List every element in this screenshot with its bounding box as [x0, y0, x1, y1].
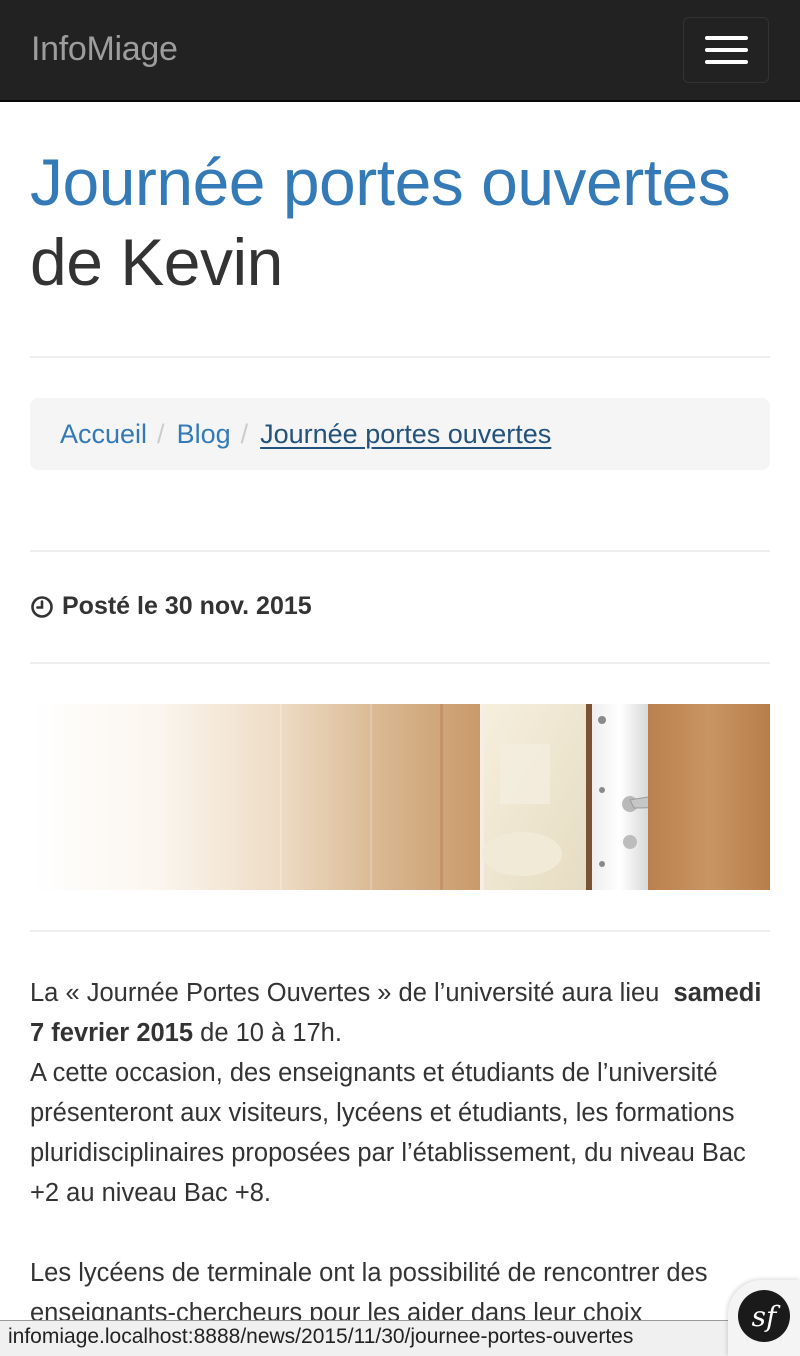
menu-toggle-button[interactable] — [683, 17, 769, 83]
clock-icon — [31, 595, 53, 618]
article-body: La « Journée Portes Ouvertes » de l’univ… — [30, 973, 775, 1356]
hamburger-menu-icon-bar — [705, 60, 748, 64]
breadcrumb: Accueil / Blog / Journée portes ouvertes — [30, 398, 770, 470]
open-door-image — [30, 704, 770, 890]
page-title-author: de Kevin — [30, 225, 283, 299]
breadcrumb-current-link[interactable]: Journée portes ouvertes — [260, 419, 551, 450]
brand-link[interactable]: InfoMiage — [31, 30, 178, 69]
navbar: InfoMiage — [0, 0, 800, 102]
page-title: Journée portes ouvertes de Kevin — [30, 142, 770, 302]
article-text: La « Journée Portes Ouvertes » de l’univ… — [30, 979, 660, 1007]
divider — [30, 356, 770, 358]
hamburger-menu-icon — [705, 36, 748, 40]
link-status-bar: infomiage.localhost:8888/news/2015/11/30… — [0, 1320, 740, 1356]
breadcrumb-home-link[interactable]: Accueil — [60, 419, 147, 450]
hamburger-menu-icon-bar — [705, 48, 748, 52]
article-paragraph: La « Journée Portes Ouvertes » de l’univ… — [30, 973, 775, 1213]
page-title-accent: Journée portes ouvertes — [30, 145, 731, 219]
divider — [30, 550, 770, 552]
divider — [30, 930, 770, 932]
breadcrumb-separator: / — [157, 418, 165, 449]
post-date: Posté le 30 nov. 2015 — [62, 592, 312, 620]
breadcrumb-blog-link[interactable]: Blog — [177, 419, 231, 450]
symfony-icon: sf — [738, 1290, 790, 1342]
breadcrumb-separator: / — [240, 418, 249, 449]
post-meta: Posté le 30 nov. 2015 — [30, 592, 312, 621]
divider — [30, 662, 770, 664]
article-text: A cette occasion, des enseignants et étu… — [30, 1059, 746, 1207]
article-text: de 10 à 17h. — [200, 1019, 342, 1047]
debug-toolbar-toggle[interactable]: sf — [728, 1280, 800, 1356]
